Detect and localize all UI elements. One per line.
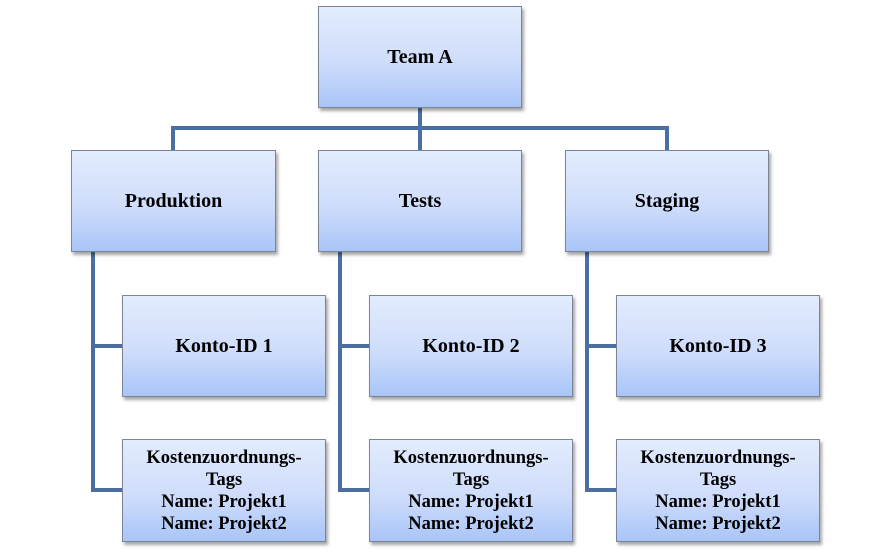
tag-item: Name: Projekt1	[655, 491, 781, 512]
tag-item: Name: Projekt2	[161, 513, 287, 534]
connector-tests-tags	[338, 488, 369, 492]
node-cost-tags-1: Kostenzuordnungs- Tags Name: Projekt1 Na…	[122, 439, 326, 542]
tags-title-line1: Kostenzuordnungs-	[146, 447, 302, 468]
connector-to-produktion	[171, 126, 175, 150]
tags-title-line2: Tags	[205, 469, 243, 490]
node-label: Konto-ID 1	[175, 334, 273, 357]
tag-item: Name: Projekt2	[408, 513, 534, 534]
node-label: Konto-ID 2	[422, 334, 520, 357]
node-konto-id-2: Konto-ID 2	[369, 295, 573, 397]
node-label: Staging	[634, 189, 700, 212]
node-tests: Tests	[318, 150, 522, 252]
connector-tests-trunk	[338, 252, 342, 492]
connector-produktion-trunk	[91, 252, 95, 492]
node-label: Konto-ID 3	[669, 334, 767, 357]
tag-item: Name: Projekt1	[408, 491, 534, 512]
node-staging: Staging	[565, 150, 769, 252]
tags-title-line2: Tags	[452, 469, 490, 490]
tags-title-line1: Kostenzuordnungs-	[640, 447, 796, 468]
connector-to-tests	[418, 126, 422, 150]
node-konto-id-3: Konto-ID 3	[616, 295, 820, 397]
connector-to-staging	[665, 126, 669, 150]
tags-title-line1: Kostenzuordnungs-	[393, 447, 549, 468]
connector-produktion-tags	[91, 488, 122, 492]
tag-item: Name: Projekt1	[161, 491, 287, 512]
node-team-a: Team A	[318, 6, 522, 108]
connector-produktion-account	[91, 344, 122, 348]
node-label: Team A	[387, 45, 453, 68]
node-cost-tags-3: Kostenzuordnungs- Tags Name: Projekt1 Na…	[616, 439, 820, 542]
node-konto-id-1: Konto-ID 1	[122, 295, 326, 397]
node-cost-tags-2: Kostenzuordnungs- Tags Name: Projekt1 Na…	[369, 439, 573, 542]
node-produktion: Produktion	[71, 150, 276, 252]
node-label: Produktion	[124, 189, 223, 212]
connector-staging-tags	[585, 488, 616, 492]
connector-staging-trunk	[585, 252, 589, 492]
tags-title-line2: Tags	[699, 469, 737, 490]
connector-root-down	[418, 108, 422, 128]
tag-item: Name: Projekt2	[655, 513, 781, 534]
connector-tests-account	[338, 344, 369, 348]
connector-staging-account	[585, 344, 616, 348]
node-label: Tests	[398, 189, 442, 212]
